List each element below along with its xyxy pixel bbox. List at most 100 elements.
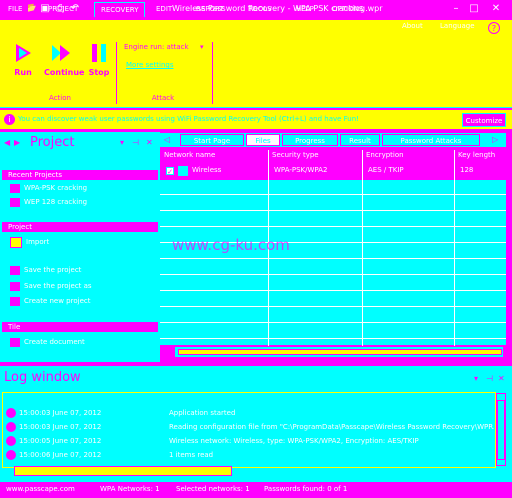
save-project-item[interactable]: Save the project <box>10 264 150 276</box>
group-label-attack: Attack <box>151 94 175 102</box>
stop-icon <box>92 44 106 62</box>
continue-label: Continue <box>44 68 85 77</box>
ribbon-tab-bar <box>0 20 512 38</box>
row-divider <box>160 306 506 307</box>
panel-menu-icon[interactable]: ▾ <box>474 374 478 383</box>
row-divider <box>160 322 506 323</box>
column-header-security[interactable]: Security type <box>270 150 360 161</box>
column-header-network[interactable]: Network name <box>162 150 266 161</box>
recent-project-item[interactable]: WPA-PSK cracking <box>10 182 150 194</box>
ribbon-separator <box>116 42 117 104</box>
create-document-item[interactable]: Create document <box>10 336 150 348</box>
tab-tools[interactable]: TOOLS <box>242 2 278 17</box>
row-checkbox[interactable]: ✓ <box>166 167 174 176</box>
log-row: 15:00:06 June 07, 2012 1 items read <box>6 450 213 464</box>
section-header-project: Project <box>2 222 158 232</box>
status-url[interactable]: www.passcape.com <box>6 485 75 493</box>
tab-password-attacks[interactable]: Password Attacks <box>382 134 480 146</box>
tab-edit[interactable]: EDIT <box>150 2 178 17</box>
close-button[interactable]: ✕ <box>488 2 504 16</box>
log-info-icon <box>6 436 16 446</box>
create-project-item[interactable]: Create new project <box>10 295 150 307</box>
log-row: 15:00:03 June 07, 2012 Application starte… <box>6 408 235 422</box>
tab-options[interactable]: OPTIONS <box>326 2 369 17</box>
log-scroll-thumb[interactable] <box>497 400 505 460</box>
document-icon <box>10 197 20 207</box>
tab-recovery[interactable]: RECOVERY <box>94 2 146 17</box>
status-networks: WPA Networks: 1 <box>100 485 160 493</box>
run-label: Run <box>14 68 32 77</box>
row-divider <box>160 226 506 227</box>
log-row: 15:00:03 June 07, 2012 Reading configurat… <box>6 422 494 436</box>
status-selected: Selected networks: 1 <box>176 485 250 493</box>
folder-icon <box>10 236 22 248</box>
column-header-encryption[interactable]: Encryption <box>364 150 452 161</box>
tab-files[interactable]: Files <box>246 134 280 146</box>
cell-security-type: WPA-PSK/WPA2 <box>274 166 328 174</box>
log-info-icon <box>6 408 16 418</box>
column-divider <box>362 150 363 346</box>
panel-menu-icon[interactable]: ▾ <box>120 138 124 147</box>
forward-icon[interactable]: ▶ <box>14 138 20 147</box>
ribbon-separator <box>212 42 213 104</box>
row-divider <box>160 274 506 275</box>
section-header-recent: Recent Projects <box>2 170 158 180</box>
status-found: Passwords found: 0 of 1 <box>264 485 348 493</box>
chevron-down-icon: ▾ <box>200 43 204 51</box>
save-project-as-item[interactable]: Save the project as <box>10 280 150 292</box>
project-panel-title: Project <box>30 135 75 150</box>
back-icon[interactable]: ◀ <box>4 138 10 147</box>
grid-scroll-thumb[interactable] <box>178 349 502 355</box>
log-horizontal-scrollbar[interactable] <box>14 466 232 476</box>
more-settings-link[interactable]: More settings <box>126 61 196 73</box>
run-icon <box>16 44 31 62</box>
row-divider <box>160 210 506 211</box>
run-button[interactable]: Run <box>10 42 36 92</box>
save-icon <box>10 265 20 275</box>
watermark: www.cg-ku.com <box>172 236 290 254</box>
row-divider <box>160 194 506 195</box>
stop-button[interactable]: Stop <box>86 42 112 92</box>
minimize-button[interactable]: – <box>448 2 464 16</box>
customize-button[interactable]: Customize <box>462 113 506 127</box>
group-label-action: Action <box>49 94 71 102</box>
cell-key-length: 128 <box>460 166 474 174</box>
tab-start-page[interactable]: Start Page <box>180 134 244 146</box>
column-header-length[interactable]: Key length <box>456 150 504 161</box>
tab-file[interactable]: FILE <box>2 2 29 17</box>
save-as-icon <box>10 281 20 291</box>
log-window-title: Log window <box>4 370 81 385</box>
recent-project-item[interactable]: WEP 128 cracking <box>10 196 150 208</box>
help-icon[interactable]: ? <box>488 22 500 34</box>
language-selector[interactable]: Language <box>440 22 475 35</box>
cell-network-name: Wireless <box>192 166 222 174</box>
tab-progress[interactable]: Progress <box>282 134 338 146</box>
log-info-icon <box>6 422 16 432</box>
pin-icon[interactable]: ⊣ <box>132 138 139 147</box>
import-item[interactable]: Import <box>10 236 150 248</box>
tab-scroll-left-icon[interactable]: ◁ <box>164 135 170 144</box>
document-icon <box>10 183 20 193</box>
panel-close-icon[interactable]: ✕ <box>498 374 505 383</box>
section-header-tile: Tile <box>2 322 158 332</box>
create-document-icon <box>10 337 20 347</box>
pin-icon[interactable]: ⊣ <box>486 374 493 383</box>
tab-scroll-right-icon[interactable]: ▷ <box>492 135 498 144</box>
tab-report[interactable]: REPORT <box>190 2 230 17</box>
log-row: 15:00:05 June 07, 2012 Wireless network: … <box>6 436 494 450</box>
maximize-button[interactable]: □ <box>466 2 482 16</box>
tab-project[interactable]: PROJECT <box>42 2 84 17</box>
column-divider <box>454 150 455 346</box>
tab-help[interactable]: HELP <box>290 2 320 17</box>
continue-button[interactable]: Continue <box>44 42 84 92</box>
about-link[interactable]: About <box>402 22 423 35</box>
row-divider <box>160 258 506 259</box>
wireless-icon <box>178 166 188 176</box>
row-divider <box>160 338 506 339</box>
row-divider <box>160 290 506 291</box>
log-info-icon <box>6 450 16 460</box>
notice-text: You can discover weak user passwords usi… <box>18 115 359 123</box>
stop-label: Stop <box>88 68 110 77</box>
panel-close-icon[interactable]: ✕ <box>146 138 153 147</box>
tab-result[interactable]: Result <box>340 134 380 146</box>
